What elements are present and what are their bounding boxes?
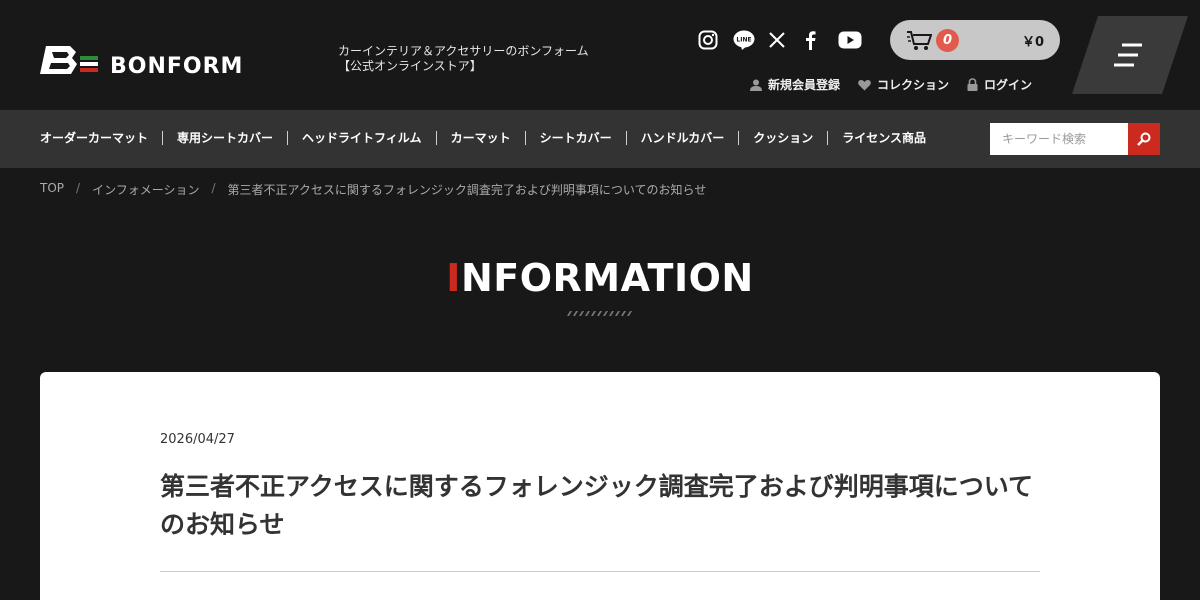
collection-label: コレクション (877, 78, 950, 92)
post-title: 第三者不正アクセスに関するフォレンジック調査完了および判明事項についてのお知らせ (160, 472, 1034, 539)
register-label: 新規会員登録 (768, 78, 841, 92)
instagram-icon[interactable] (698, 30, 733, 50)
breadcrumb-current: 第三者不正アクセスに関するフォレンジック調査完了および判明事項についてのお知らせ (227, 183, 707, 197)
search-input[interactable] (990, 123, 1128, 155)
x-icon[interactable] (768, 30, 803, 50)
account-links: 新規会員登録 コレクション ログイン (750, 76, 1032, 93)
cart-icon (906, 29, 933, 55)
search-box (990, 123, 1160, 155)
cart-total: ￥0 (1021, 35, 1044, 50)
section-title: INFORMATION (0, 256, 1200, 300)
cart-count-badge: 0 (936, 29, 959, 52)
svg-text:BONFORM: BONFORM (110, 54, 243, 76)
hamburger-icon (1072, 16, 1188, 94)
post-divider (160, 571, 1040, 572)
nav-item-seat-cover[interactable]: シートカバー (524, 131, 626, 145)
post-card: 2026/04/27 第三者不正アクセスに関するフォレンジック調査完了および判明… (40, 372, 1160, 600)
cart-button[interactable]: 0 ￥0 (890, 20, 1060, 60)
nav-item-fitted-seat-cover[interactable]: 専用シートカバー (162, 131, 287, 145)
nav-item-headlight-film[interactable]: ヘッドライトフィルム (287, 131, 436, 145)
nav-item-car-mat[interactable]: カーマット (435, 131, 525, 145)
breadcrumb-separator: / (76, 181, 81, 195)
title-underline-decoration (567, 311, 632, 316)
user-icon (750, 79, 762, 91)
breadcrumb-separator: / (211, 181, 216, 195)
nav-item-cushion[interactable]: クッション (738, 131, 827, 145)
hamburger-menu-button[interactable] (1072, 16, 1188, 94)
post-date: 2026/04/27 (160, 432, 235, 447)
search-button[interactable] (1128, 123, 1160, 155)
register-link[interactable]: 新規会員登録 (750, 76, 840, 93)
site-header: BONFORM カーインテリア＆アクセサリーのボンフォーム 【公式オンラインスト… (0, 0, 1200, 110)
youtube-icon[interactable] (838, 30, 873, 50)
nav-item-order-car-mat[interactable]: オーダーカーマット (40, 131, 162, 145)
section-title-rest: NFORMATION (460, 256, 754, 300)
collection-link[interactable]: コレクション (858, 76, 949, 93)
brand-logo[interactable]: BONFORM (40, 44, 304, 76)
line-icon[interactable]: LINE (733, 30, 768, 50)
breadcrumb: TOP / インフォメーション / 第三者不正アクセスに関するフォレンジック調査… (40, 181, 706, 198)
bonform-logo-icon: BONFORM (40, 46, 243, 76)
nav-item-steering-cover[interactable]: ハンドルカバー (625, 131, 739, 145)
svg-text:LINE: LINE (736, 37, 751, 44)
search-icon (1137, 132, 1151, 146)
breadcrumb-top[interactable]: TOP (40, 181, 64, 198)
section-title-accent: I (446, 256, 461, 300)
login-label: ログイン (984, 78, 1033, 92)
facebook-icon[interactable] (803, 30, 838, 50)
social-links: LINE (698, 30, 873, 50)
lock-icon (967, 78, 978, 91)
login-link[interactable]: ログイン (967, 76, 1032, 93)
heart-icon (858, 79, 871, 90)
nav-item-licensed-products[interactable]: ライセンス商品 (827, 131, 940, 145)
main-nav: オーダーカーマット 専用シートカバー ヘッドライトフィルム カーマット シートカ… (0, 110, 1200, 168)
breadcrumb-information[interactable]: インフォメーション (92, 181, 199, 198)
tagline: カーインテリア＆アクセサリーのボンフォーム 【公式オンラインストア】 (338, 44, 589, 73)
